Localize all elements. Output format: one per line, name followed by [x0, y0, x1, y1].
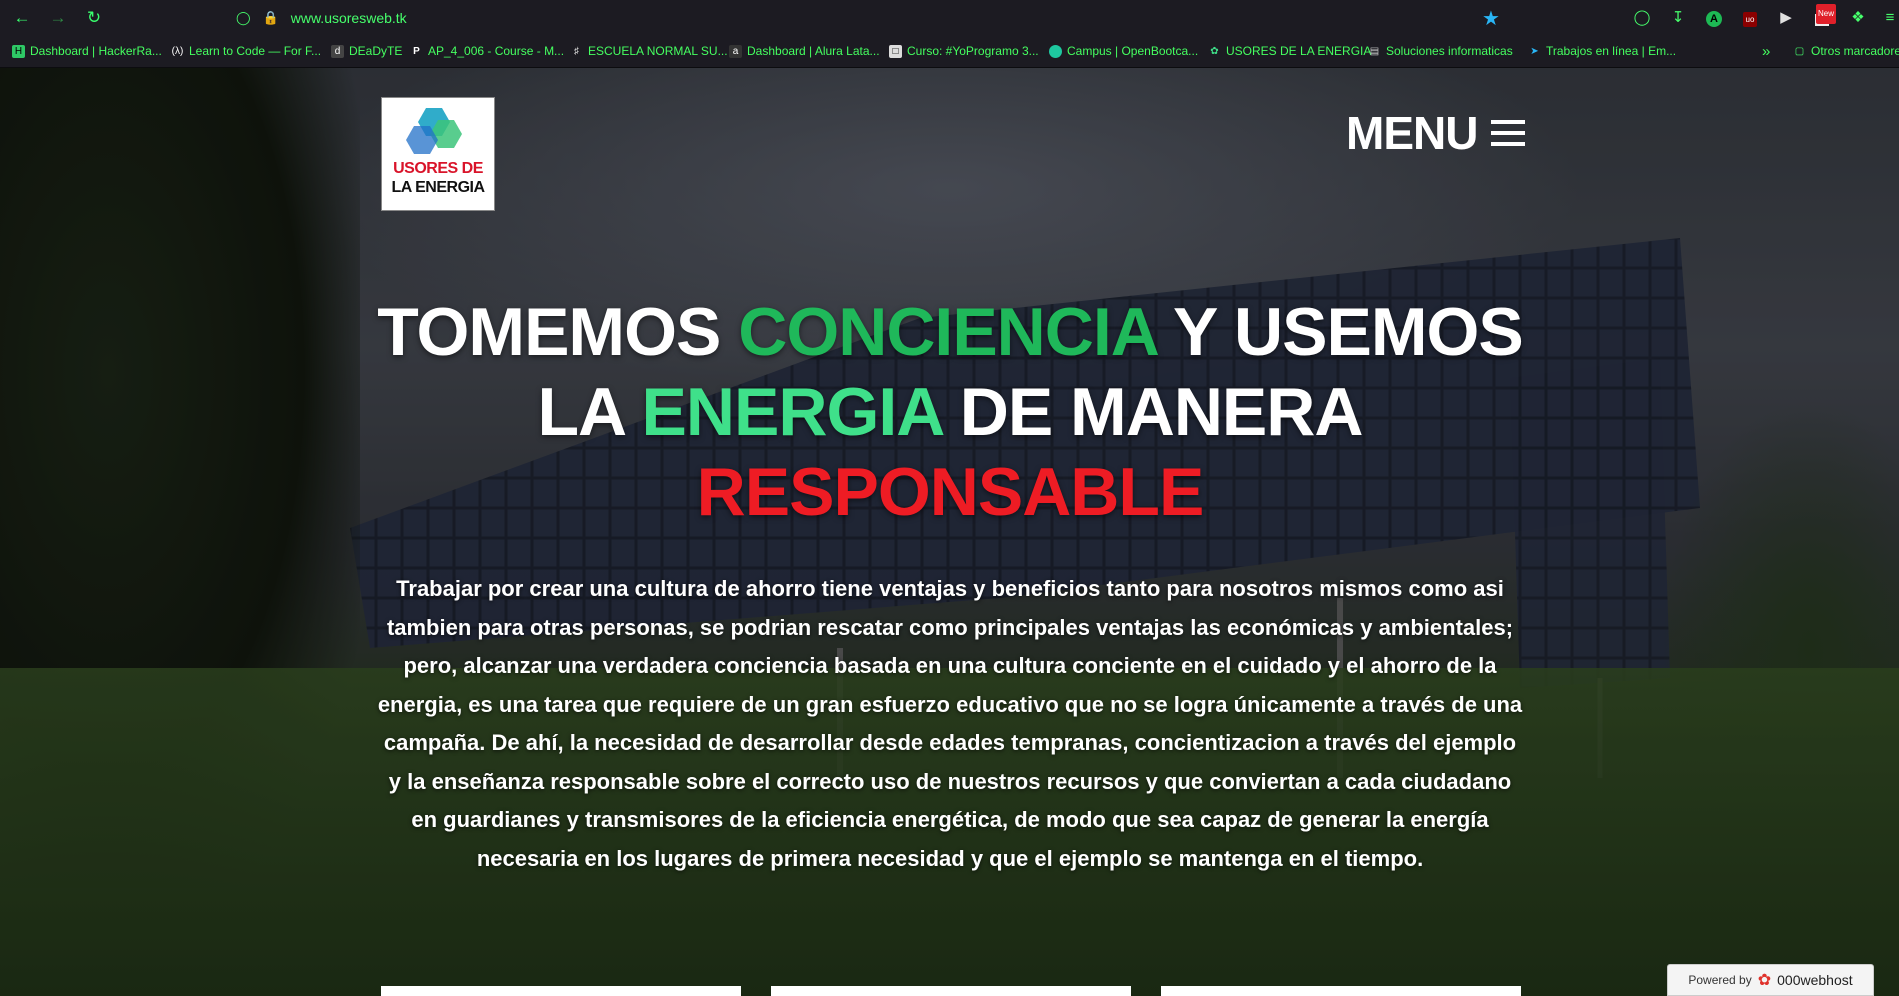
- reload-icon[interactable]: ↻: [84, 8, 104, 28]
- other-bookmarks-label: Otros marcadores: [1811, 44, 1899, 58]
- bookmark-label: AP_4_006 - Course - M...: [428, 44, 565, 58]
- bookmark-item[interactable]: a Dashboard | Alura Lata...: [729, 42, 880, 60]
- bookmark-item[interactable]: ➤ Trabajos en línea | Em...: [1528, 42, 1676, 60]
- leaf-icon: ✿: [1210, 45, 1219, 57]
- headline-text: LA: [537, 374, 642, 450]
- bookmark-label: Curso: #YoProgramo 3...: [907, 44, 1039, 58]
- bookmark-label: Soluciones informaticas: [1386, 44, 1513, 58]
- campus-icon: [1049, 44, 1062, 58]
- headline-line3: RESPONSABLE: [300, 452, 1600, 532]
- extension-a-icon[interactable]: A: [1704, 8, 1724, 28]
- bookmark-item[interactable]: ▤ Soluciones informaticas: [1368, 42, 1513, 60]
- deadyte-icon: d: [331, 44, 344, 58]
- bookmarks-bar: H Dashboard | HackerRa... (λ) Learn to C…: [0, 36, 1899, 68]
- address-bar[interactable]: ◯ 🔒 www.usoresweb.tk: [236, 6, 407, 30]
- bookmark-item[interactable]: H Dashboard | HackerRa...: [12, 42, 162, 60]
- powered-by-label: Powered by: [1688, 973, 1752, 987]
- card-top-edge[interactable]: [381, 986, 741, 996]
- lock-icon: 🔒: [262, 10, 279, 25]
- hexagon-logo-icon: [406, 108, 462, 154]
- hamburger-icon: [1491, 120, 1526, 146]
- doc-icon: ▤: [1369, 45, 1380, 57]
- bookmark-label: Campus | OpenBootca...: [1067, 44, 1199, 58]
- download-icon[interactable]: ↧: [1668, 8, 1688, 28]
- hero-headline: TOMEMOS CONCIENCIA Y USEMOS LA ENERGIA D…: [300, 292, 1600, 532]
- bookmark-label: DEaDyTE: [349, 44, 403, 58]
- bookmark-star-icon[interactable]: ★: [1482, 6, 1500, 31]
- bookmark-item[interactable]: Campus | OpenBootca...: [1049, 42, 1198, 60]
- headline-line2: LA ENERGIA DE MANERA: [300, 372, 1600, 452]
- headline-text: Y USEMOS: [1156, 294, 1524, 370]
- pocket-icon[interactable]: ◯: [1632, 8, 1652, 28]
- app-menu-icon[interactable]: ≡: [1880, 8, 1899, 28]
- folder-icon: ▢: [1794, 45, 1805, 57]
- new-badge: New: [1816, 4, 1837, 24]
- browser-toolbar: ← → ↻ ◯ 🔒 www.usoresweb.tk ★ ◯ ↧ A uo ▶ …: [0, 0, 1899, 36]
- bookmark-item[interactable]: □ Curso: #YoProgramo 3...: [889, 42, 1039, 60]
- site-logo[interactable]: USORES DE LA ENERGIA: [381, 97, 495, 211]
- menu-button[interactable]: MENU: [1346, 107, 1526, 159]
- bookmark-item[interactable]: ♯ ESCUELA NORMAL SU...: [570, 42, 728, 60]
- logo-line1: USORES DE: [393, 160, 483, 177]
- headline-highlight-responsable: RESPONSABLE: [696, 454, 1205, 530]
- logo-line2: LA ENERGIA: [391, 179, 485, 196]
- hero-paragraph: Trabajar por crear una cultura de ahorro…: [377, 576, 1523, 871]
- news-extension-icon[interactable]: New: [1812, 4, 1837, 28]
- megaphone-icon[interactable]: ▶: [1776, 8, 1796, 28]
- powered-brand: 000webhost: [1777, 972, 1853, 988]
- powered-by-badge[interactable]: Powered by ✿ 000webhost: [1667, 964, 1874, 996]
- forward-arrow-icon[interactable]: →: [48, 8, 68, 28]
- shield-icon: ◯: [236, 10, 251, 25]
- headline-highlight-conciencia: CONCIENCIA: [738, 294, 1157, 370]
- back-arrow-icon[interactable]: ←: [12, 8, 32, 28]
- webhost-logo-icon: ✿: [1757, 972, 1772, 989]
- bookmark-item[interactable]: d DEaDyTE: [331, 42, 402, 60]
- hackerrank-icon: H: [12, 44, 25, 58]
- more-bookmarks-chevron-icon[interactable]: »: [1762, 42, 1770, 60]
- other-bookmarks[interactable]: ▢ Otros marcadores: [1793, 42, 1899, 60]
- bookmark-label: Learn to Code — For F...: [189, 44, 322, 58]
- headline-line1: TOMEMOS CONCIENCIA Y USEMOS: [300, 292, 1600, 372]
- headline-text: TOMEMOS: [377, 294, 739, 370]
- bookmark-item[interactable]: P AP_4_006 - Course - M...: [410, 42, 564, 60]
- bookmark-item[interactable]: ✿ USORES DE LA ENERGIA: [1208, 42, 1371, 60]
- bird-icon: ➤: [1530, 45, 1539, 57]
- card-top-edge[interactable]: [1161, 986, 1521, 996]
- alura-icon: a: [729, 44, 742, 58]
- bookmark-label: Dashboard | HackerRa...: [30, 44, 162, 58]
- bookmark-label: Dashboard | Alura Lata...: [747, 44, 880, 58]
- url-text[interactable]: www.usoresweb.tk: [291, 10, 407, 26]
- extensions-puzzle-icon[interactable]: ❖: [1848, 8, 1868, 28]
- menu-label: MENU: [1346, 107, 1478, 159]
- p-icon: P: [413, 45, 420, 57]
- school-icon: ♯: [574, 45, 579, 57]
- bookmark-label: USORES DE LA ENERGIA: [1226, 44, 1372, 58]
- course-icon: □: [889, 44, 902, 58]
- bookmark-label: ESCUELA NORMAL SU...: [588, 44, 728, 58]
- headline-text: DE MANERA: [941, 374, 1364, 450]
- ublock-icon[interactable]: uo: [1740, 8, 1760, 28]
- freecodecamp-icon: (λ): [171, 45, 184, 57]
- card-top-edge[interactable]: [771, 986, 1131, 996]
- bookmark-label: Trabajos en línea | Em...: [1546, 44, 1677, 58]
- headline-highlight-energia: ENERGIA: [641, 374, 943, 450]
- bookmark-item[interactable]: (λ) Learn to Code — For F...: [171, 42, 321, 60]
